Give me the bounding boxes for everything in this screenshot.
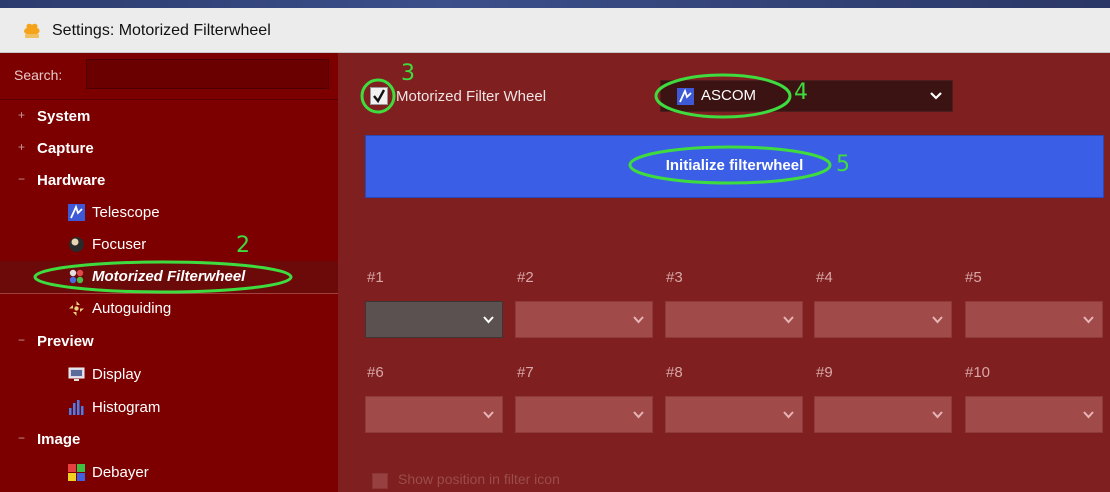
motorized-filter-wheel-checkbox[interactable] (370, 87, 388, 105)
focuser-icon (69, 237, 84, 252)
collapse-icon[interactable]: − (18, 172, 25, 186)
ascom-icon (68, 204, 85, 221)
tree-item-debayer[interactable]: Debayer (0, 457, 338, 489)
tree-label: Autoguiding (92, 300, 172, 317)
tree-label: Preview (37, 333, 94, 350)
annotation-number-3: 3 (401, 61, 415, 86)
slot-filter-select-2[interactable] (515, 301, 653, 338)
tree-item-focuser[interactable]: Focuser (0, 229, 338, 261)
display-icon (68, 367, 85, 381)
show-position-checkbox[interactable] (372, 473, 388, 489)
tree-category-hardware[interactable]: − Hardware (0, 165, 338, 197)
chevron-down-icon (932, 316, 943, 324)
expand-icon[interactable]: + (18, 108, 25, 122)
slot-label-4: #4 (816, 269, 833, 286)
slot-filter-select-4[interactable] (814, 301, 952, 338)
chevron-down-icon (633, 316, 644, 324)
slot-filter-select-5[interactable] (965, 301, 1103, 338)
initialize-filterwheel-label: Initialize filterwheel (665, 157, 804, 174)
chevron-down-icon (633, 411, 644, 419)
slot-filter-select-6[interactable] (365, 396, 503, 433)
tree-item-motorized-filterwheel[interactable]: Motorized Filterwheel (0, 261, 338, 294)
desktop-strip (0, 0, 1110, 8)
filterwheel-icon (69, 269, 84, 284)
slot-filter-select-8[interactable] (665, 396, 803, 433)
slot-label-1: #1 (367, 269, 384, 286)
app-logo-icon (24, 23, 40, 38)
initialize-filterwheel-button[interactable]: Initialize filterwheel (365, 135, 1104, 198)
collapse-icon[interactable]: − (18, 333, 25, 347)
slot-filter-select-9[interactable] (814, 396, 952, 433)
tree-item-display[interactable]: Display (0, 359, 338, 391)
slot-label-10: #10 (965, 364, 991, 381)
annotation-number-5: 5 (836, 152, 850, 177)
slot-filter-select-3[interactable] (665, 301, 803, 338)
tree-category-image[interactable]: − Image (0, 424, 338, 456)
tree-label: Hardware (37, 172, 106, 189)
tree-category-capture[interactable]: + Capture (0, 133, 338, 165)
settings-sidebar: Search: + System + Capture − Hardware Te… (0, 53, 338, 492)
search-row: Search: (0, 53, 338, 100)
collapse-icon[interactable]: − (18, 431, 25, 445)
annotation-number-4: 4 (794, 80, 808, 105)
search-input[interactable] (86, 59, 329, 89)
histogram-icon (69, 400, 84, 415)
autoguiding-icon (69, 301, 84, 316)
annotation-number-2: 2 (236, 233, 250, 258)
show-position-label: Show position in filter icon (398, 471, 560, 487)
window-title: Settings: Motorized Filterwheel (52, 22, 271, 39)
slot-label-3: #3 (666, 269, 683, 286)
chevron-down-icon (483, 411, 494, 419)
tree-item-autoguiding[interactable]: Autoguiding (0, 293, 338, 325)
driver-select-value: ASCOM (701, 87, 757, 104)
tree-item-histogram[interactable]: Histogram (0, 392, 338, 424)
filterwheel-settings-panel: Motorized Filter Wheel ASCOM Initialize … (338, 53, 1110, 492)
tree-item-telescope[interactable]: Telescope (0, 197, 338, 229)
tree-label: Focuser (92, 236, 147, 253)
tree-label: Motorized Filterwheel (92, 268, 246, 285)
chevron-down-icon (783, 316, 794, 324)
expand-icon[interactable]: + (18, 140, 25, 154)
checkmark-icon (373, 89, 386, 104)
chevron-down-icon (783, 411, 794, 419)
slot-filter-select-10[interactable] (965, 396, 1103, 433)
window-titlebar: Settings: Motorized Filterwheel (0, 0, 1110, 53)
slot-label-5: #5 (965, 269, 982, 286)
ascom-icon (677, 88, 694, 105)
slot-label-7: #7 (517, 364, 534, 381)
chevron-down-icon (1083, 316, 1094, 324)
slot-label-9: #9 (816, 364, 833, 381)
tree-label: System (37, 108, 91, 125)
tree-label: Capture (37, 140, 94, 157)
chevron-down-icon (483, 316, 494, 324)
motorized-filter-wheel-label: Motorized Filter Wheel (396, 88, 547, 105)
tree-label: Display (92, 366, 142, 383)
slot-filter-select-7[interactable] (515, 396, 653, 433)
tree-label: Histogram (92, 399, 161, 416)
tree-label: Debayer (92, 464, 149, 481)
chevron-down-icon (1083, 411, 1094, 419)
chevron-down-icon (930, 92, 942, 100)
chevron-down-icon (932, 411, 943, 419)
slot-filter-select-1[interactable] (365, 301, 503, 338)
tree-category-preview[interactable]: − Preview (0, 326, 338, 358)
tree-label: Telescope (92, 204, 160, 221)
tree-category-system[interactable]: + System (0, 101, 338, 133)
slot-label-6: #6 (367, 364, 384, 381)
debayer-icon (68, 464, 85, 481)
slot-label-8: #8 (666, 364, 683, 381)
search-label: Search: (14, 67, 63, 83)
tree-label: Image (37, 431, 81, 448)
slot-label-2: #2 (517, 269, 534, 286)
